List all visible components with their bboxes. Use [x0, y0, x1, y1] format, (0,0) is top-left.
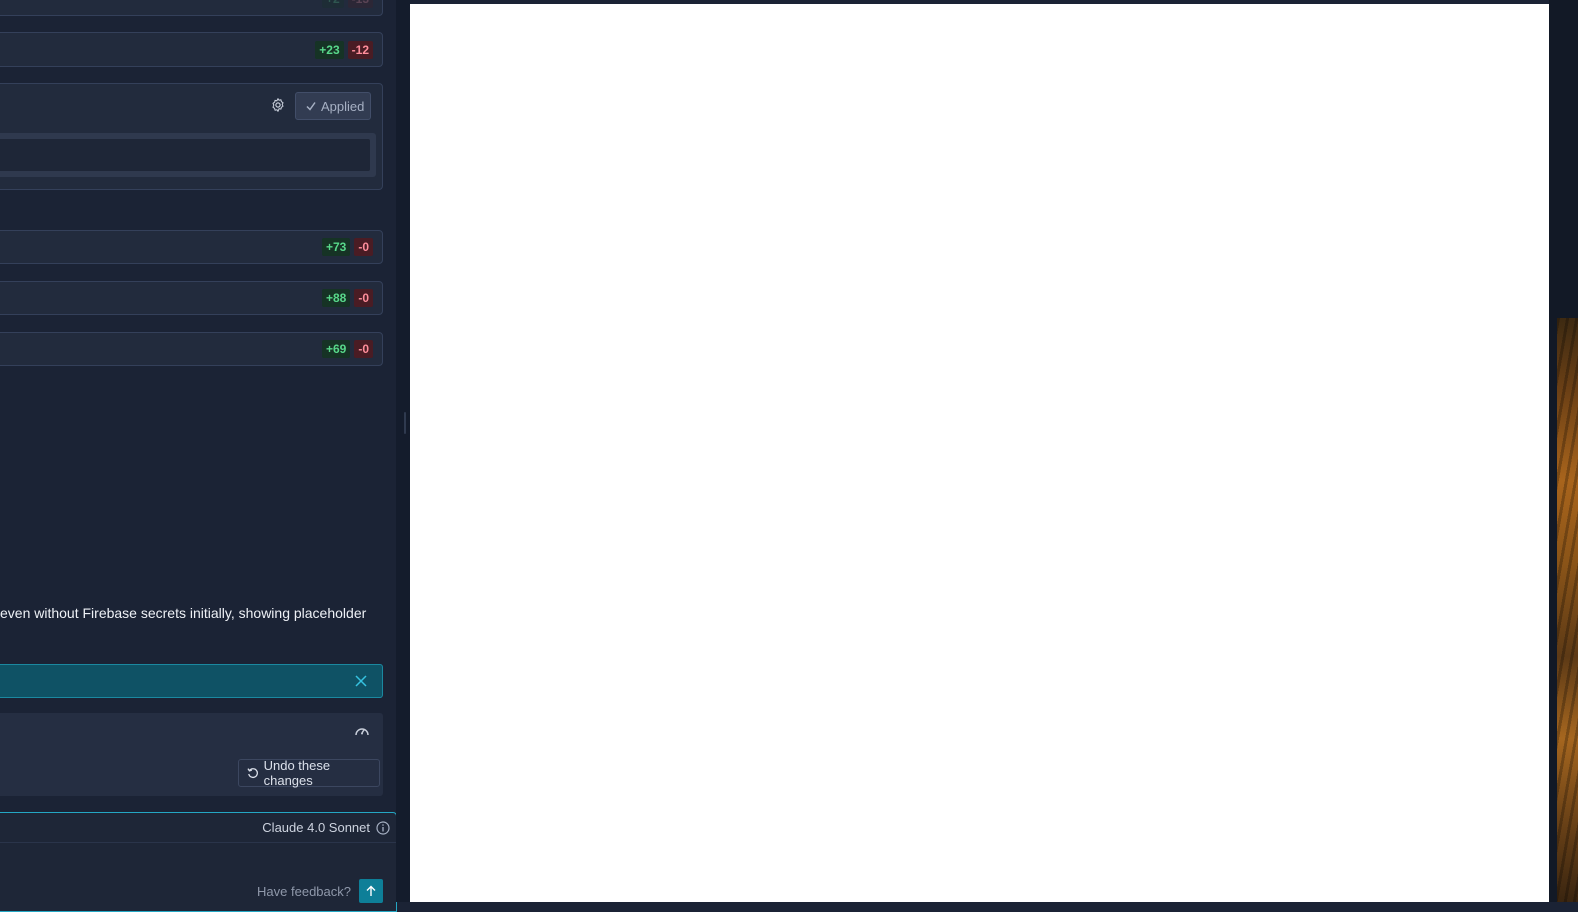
diff-stat: +88 -0 — [321, 289, 373, 307]
gear-icon[interactable] — [270, 97, 286, 113]
background-window-edge — [1549, 0, 1578, 902]
diff-stat: +73 -0 — [321, 238, 373, 256]
diff-stat: +23 -12 — [315, 40, 373, 59]
additions-count: +23 — [315, 40, 344, 59]
additions-count: +88 — [321, 289, 351, 307]
chat-panel: +2 -13 +23 -12 Applied +73 -0 — [0, 0, 397, 912]
checkmark-icon — [306, 102, 316, 111]
file-change-row[interactable]: +23 -12 — [0, 32, 383, 67]
panel-divider — [396, 0, 410, 902]
assistant-message: even without Firebase secrets initially,… — [0, 605, 367, 621]
info-icon[interactable] — [376, 821, 390, 835]
code-block — [0, 133, 376, 177]
diff-stat: +69 -0 — [321, 340, 373, 358]
notification-banner — [0, 664, 383, 698]
applied-label: Applied — [321, 98, 365, 114]
feedback-link[interactable]: Have feedback? — [257, 884, 351, 899]
additions-count: +69 — [321, 340, 351, 358]
composer-header: Claude 4.0 Sonnet — [0, 813, 396, 843]
undo-icon — [247, 768, 258, 778]
model-selector[interactable]: Claude 4.0 Sonnet — [262, 820, 370, 835]
close-icon[interactable] — [354, 674, 368, 688]
file-change-row[interactable]: +73 -0 — [0, 230, 383, 264]
background-photo — [1557, 318, 1578, 902]
undo-label: Undo these changes — [263, 758, 331, 788]
file-change-row[interactable]: +88 -0 — [0, 281, 383, 315]
arrow-up-icon — [366, 885, 376, 896]
deletions-count: -0 — [354, 289, 373, 307]
file-change-row[interactable]: +2 -13 — [0, 0, 383, 16]
deletions-count: -0 — [354, 238, 373, 256]
restore-checkpoint-icon[interactable] — [354, 724, 370, 738]
preview-pane[interactable] — [410, 4, 1549, 902]
code-edit-card: Applied — [0, 83, 383, 190]
deletions-count: -13 — [347, 0, 373, 8]
file-change-row[interactable]: +69 -0 — [0, 332, 383, 366]
applied-button[interactable]: Applied — [295, 92, 371, 120]
code-block-body — [0, 139, 370, 171]
resize-handle[interactable] — [404, 412, 406, 434]
send-button[interactable] — [359, 879, 383, 903]
diff-stat: +2 -13 — [321, 0, 373, 8]
deletions-count: -0 — [354, 340, 373, 358]
chat-composer[interactable]: Claude 4.0 Sonnet Have feedback? — [0, 812, 397, 912]
undo-changes-button[interactable]: Undo these changes — [238, 758, 380, 788]
deletions-count: -12 — [347, 40, 373, 59]
checkpoint-card: Undo these changes — [0, 713, 383, 796]
additions-count: +73 — [321, 238, 351, 256]
additions-count: +2 — [321, 0, 344, 8]
